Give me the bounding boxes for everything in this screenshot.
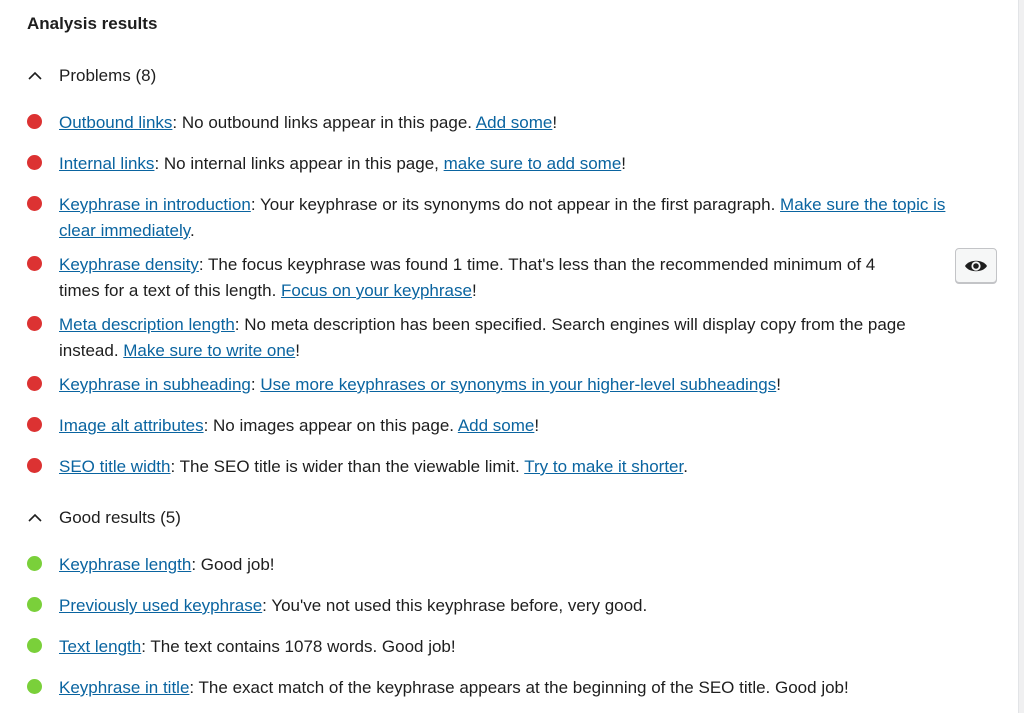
result-action-link[interactable]: make sure to add some	[444, 154, 622, 173]
result-link[interactable]: Previously used keyphrase	[59, 596, 262, 615]
result-action-link[interactable]: Make sure to write one	[123, 341, 295, 360]
result-action-link[interactable]: Try to make it shorter	[524, 457, 683, 476]
problem-bullet-icon	[27, 114, 42, 129]
result-link[interactable]: Meta description length	[59, 315, 235, 334]
panel-title: Analysis results	[27, 14, 158, 33]
result-action-link[interactable]: Add some	[476, 113, 553, 132]
good-bullet-icon	[27, 597, 42, 612]
result-link[interactable]: Keyphrase in subheading	[59, 375, 251, 394]
result-link[interactable]: Keyphrase in title	[59, 678, 189, 697]
problem-bullet-icon	[27, 458, 42, 473]
problem-bullet-icon	[27, 316, 42, 331]
chevron-up-icon	[28, 513, 42, 522]
result-link[interactable]: Keyphrase in introduction	[59, 195, 251, 214]
good-results-toggle[interactable]: Good results (5)	[26, 508, 181, 528]
good-bullet-icon	[27, 638, 42, 653]
problem-bullet-icon	[27, 256, 42, 271]
problem-bullet-icon	[27, 376, 42, 391]
result-link[interactable]: Keyphrase length	[59, 555, 191, 574]
highlight-toggle-button[interactable]	[955, 248, 997, 283]
result-action-link[interactable]: Use more keyphrases or synonyms in your …	[260, 375, 776, 394]
problem-bullet-icon	[27, 155, 42, 170]
problems-heading: Problems (8)	[59, 66, 157, 85]
result-action-link[interactable]: Add some	[458, 416, 535, 435]
result-link[interactable]: Internal links	[59, 154, 154, 173]
analysis-results-panel: Analysis results Problems (8) Outbound l…	[0, 0, 1019, 713]
eye-icon	[965, 260, 987, 271]
good-results-heading: Good results (5)	[59, 508, 181, 527]
result-link[interactable]: Text length	[59, 637, 141, 656]
problem-bullet-icon	[27, 196, 42, 211]
problems-toggle[interactable]: Problems (8)	[26, 66, 156, 86]
result-link[interactable]: Image alt attributes	[59, 416, 204, 435]
result-link[interactable]: Outbound links	[59, 113, 172, 132]
chevron-up-icon	[28, 71, 42, 80]
good-bullet-icon	[27, 556, 42, 571]
good-bullet-icon	[27, 679, 42, 694]
problem-bullet-icon	[27, 417, 42, 432]
result-link[interactable]: SEO title width	[59, 457, 171, 476]
result-link[interactable]: Keyphrase density	[59, 255, 199, 274]
result-action-link[interactable]: Focus on your keyphrase	[281, 281, 472, 300]
